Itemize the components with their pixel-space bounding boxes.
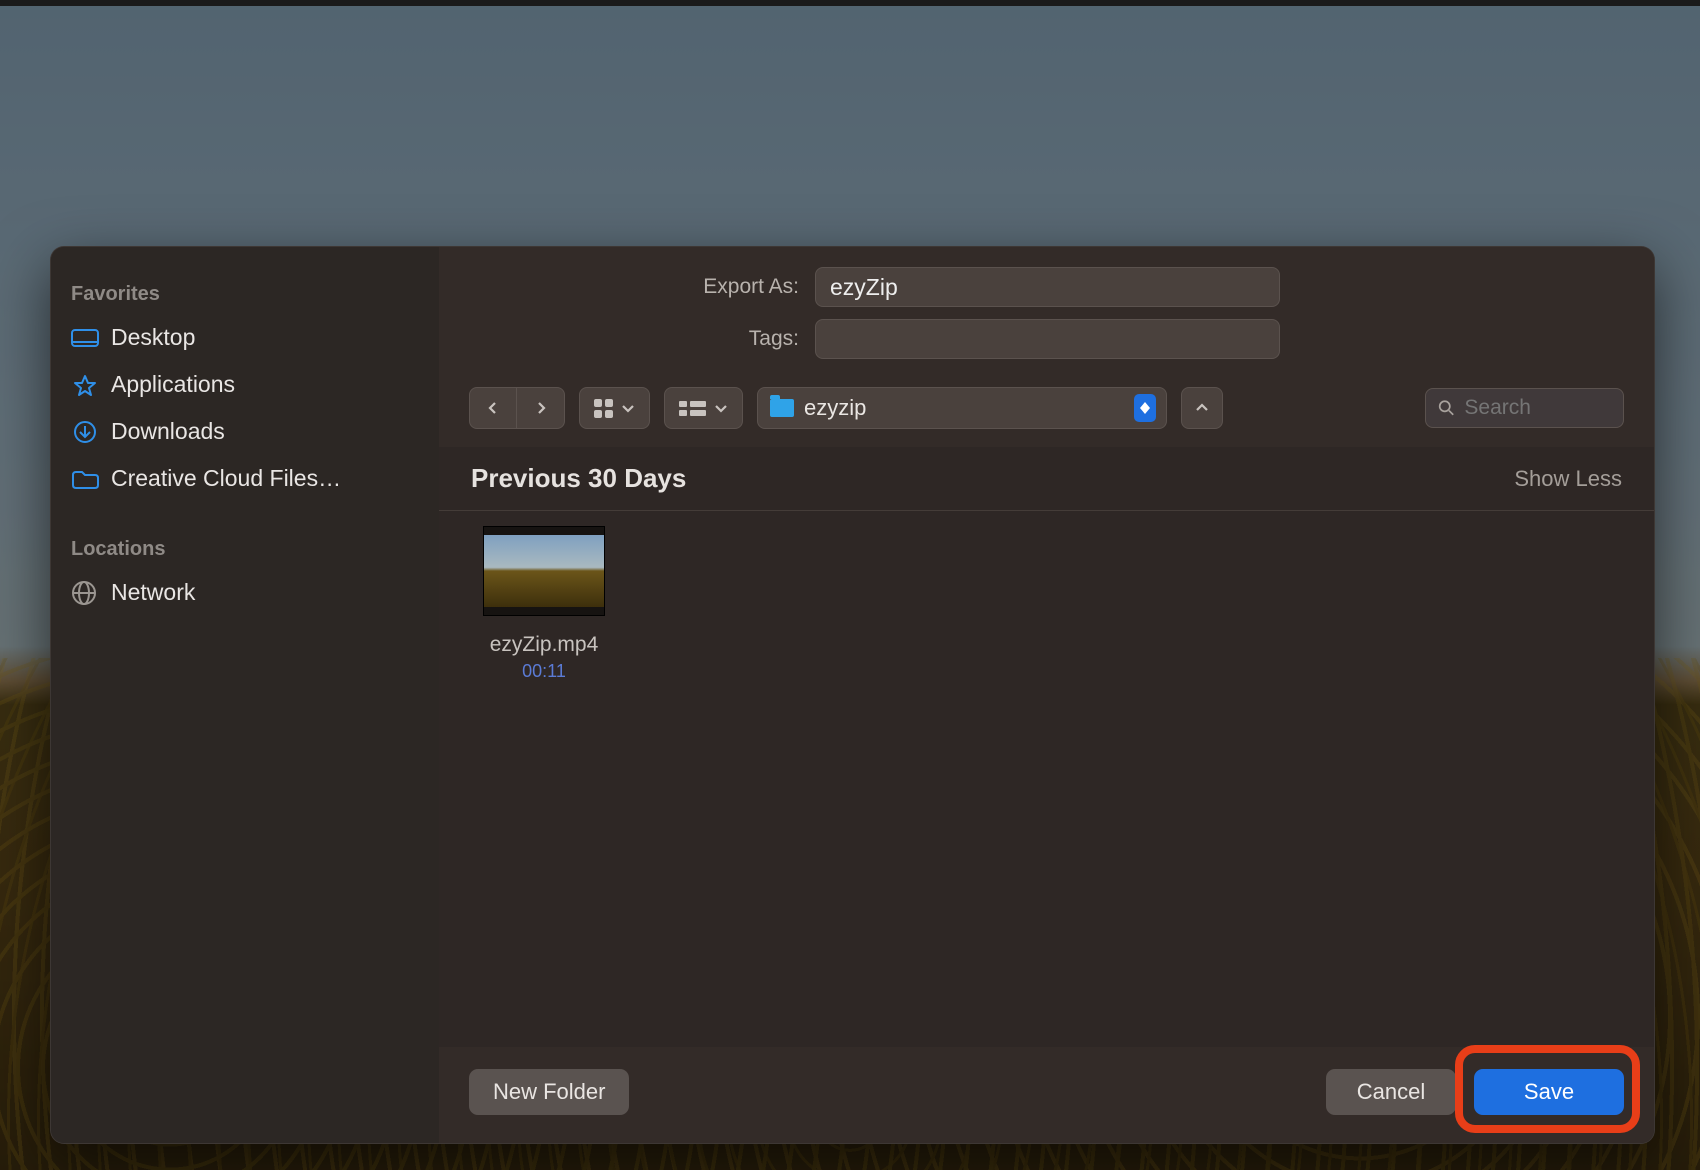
search-field[interactable] <box>1425 388 1625 428</box>
sidebar-item-downloads[interactable]: Downloads <box>71 408 439 455</box>
dialog-footer: New Folder Cancel Save <box>439 1047 1654 1143</box>
sidebar: Favorites Desktop Applications Downloads… <box>51 247 439 1143</box>
current-folder-label: ezyzip <box>804 395 866 421</box>
parent-folder-button[interactable] <box>1181 387 1223 429</box>
back-button[interactable] <box>469 387 517 429</box>
stepper-icon <box>1134 394 1156 422</box>
downloads-icon <box>71 421 99 443</box>
file-item[interactable]: ezyZip.mp4 00:11 <box>469 521 619 682</box>
browser-toolbar: ezyzip <box>439 381 1654 447</box>
forward-button[interactable] <box>517 387 565 429</box>
save-dialog: Favorites Desktop Applications Downloads… <box>50 246 1655 1144</box>
file-name: ezyZip.mp4 <box>469 633 619 657</box>
sidebar-section-locations: Locations <box>71 530 439 569</box>
sidebar-item-creative-cloud[interactable]: Creative Cloud Files… <box>71 455 439 502</box>
export-as-label: Export As: <box>469 275 799 299</box>
folder-icon <box>71 468 99 490</box>
cancel-button[interactable]: Cancel <box>1326 1069 1456 1115</box>
chevron-up-icon <box>1195 401 1209 415</box>
sidebar-section-favorites: Favorites <box>71 275 439 314</box>
current-folder-button[interactable]: ezyzip <box>757 387 1167 429</box>
sidebar-item-applications[interactable]: Applications <box>71 361 439 408</box>
export-as-input[interactable] <box>815 267 1280 307</box>
new-folder-button[interactable]: New Folder <box>469 1069 629 1115</box>
tags-label: Tags: <box>469 327 799 351</box>
dialog-content: Export As: Tags: <box>439 247 1654 1143</box>
sidebar-item-label: Desktop <box>111 324 195 351</box>
group-mode-button[interactable] <box>664 387 743 429</box>
grid-view-icon <box>594 399 613 418</box>
applications-icon <box>71 374 99 396</box>
group-view-icon <box>679 401 706 416</box>
desktop-icon <box>71 327 99 349</box>
view-mode-button[interactable] <box>579 387 650 429</box>
section-title: Previous 30 Days <box>471 463 686 494</box>
tags-input[interactable] <box>815 319 1280 359</box>
sidebar-item-desktop[interactable]: Desktop <box>71 314 439 361</box>
sidebar-item-label: Creative Cloud Files… <box>111 465 341 492</box>
show-less-button[interactable]: Show Less <box>1514 466 1622 492</box>
folder-icon <box>770 399 794 417</box>
file-thumbnail <box>484 527 604 615</box>
save-button[interactable]: Save <box>1474 1069 1624 1115</box>
file-duration: 00:11 <box>469 661 619 682</box>
sidebar-item-label: Network <box>111 579 195 606</box>
export-form: Export As: Tags: <box>439 247 1654 381</box>
network-icon <box>71 582 99 604</box>
sidebar-item-label: Downloads <box>111 418 225 445</box>
search-input[interactable] <box>1464 396 1611 420</box>
sidebar-item-network[interactable]: Network <box>71 569 439 616</box>
chevron-down-icon <box>621 401 635 415</box>
search-icon <box>1438 398 1455 418</box>
chevron-down-icon <box>714 401 728 415</box>
sidebar-item-label: Applications <box>111 371 235 398</box>
file-browser: Previous 30 Days Show Less ezyZip.mp4 00… <box>439 447 1654 1047</box>
nav-buttons <box>469 387 565 429</box>
